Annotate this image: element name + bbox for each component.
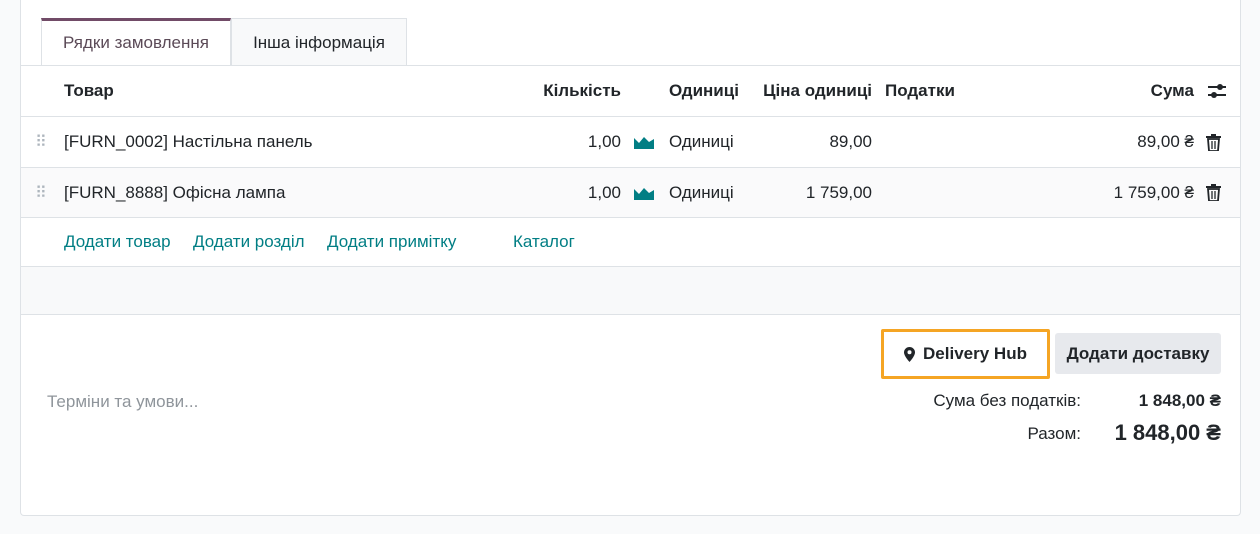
line-unit-price[interactable]: 89,00 <box>741 117 872 167</box>
table-header: Товар Кількість Одиниці Ціна одиниці Под… <box>21 66 1240 117</box>
total-value: 1 848,00 ₴ <box>1114 420 1221 445</box>
line-product[interactable]: [FURN_8888] Офісна лампа <box>64 168 285 217</box>
add-delivery-button[interactable]: Додати доставку <box>1055 333 1221 374</box>
line-subtotal: 89,00 ₴ <box>1137 132 1194 151</box>
column-header-quantity[interactable]: Кількість <box>501 66 621 116</box>
sliders-icon <box>1208 84 1226 98</box>
add-section-link[interactable]: Додати розділ <box>193 218 305 266</box>
tab-other-info[interactable]: Інша інформація <box>231 18 407 66</box>
untaxed-amount-value: 1 848,00 ₴ <box>1138 391 1221 410</box>
tab-order-lines[interactable]: Рядки замовлення <box>41 18 231 66</box>
empty-row <box>21 267 1240 315</box>
line-units[interactable]: Одиниці <box>669 168 734 217</box>
add-line-controls: Додати товар Додати розділ Додати приміт… <box>21 218 1240 267</box>
catalog-link[interactable]: Каталог <box>513 218 575 266</box>
column-header-subtotal[interactable]: Сума <box>1101 66 1194 116</box>
terms-and-conditions-field[interactable]: Терміни та умови... <box>47 392 198 412</box>
column-header-product[interactable]: Товар <box>64 66 114 116</box>
drag-handle-icon[interactable]: ⠿ <box>35 168 47 217</box>
tab-other-info-label: Інша інформація <box>253 32 385 52</box>
add-note-link[interactable]: Додати примітку <box>327 218 456 266</box>
table-row[interactable]: ⠿ [FURN_0002] Настільна панель 1,00 Один… <box>21 117 1240 168</box>
map-marker-icon <box>904 346 916 362</box>
table-row[interactable]: ⠿ [FURN_8888] Офісна лампа 1,00 Одиниці … <box>21 168 1240 218</box>
line-quantity[interactable]: 1,00 <box>501 168 621 217</box>
line-subtotal: 1 759,00 ₴ <box>1113 182 1194 202</box>
trash-icon[interactable] <box>1206 168 1221 217</box>
delivery-hub-label: Delivery Hub <box>923 344 1027 363</box>
tab-order-lines-label: Рядки замовлення <box>63 33 209 52</box>
column-header-units[interactable]: Одиниці <box>669 66 739 116</box>
order-sheet: Рядки замовлення Інша інформація Товар К… <box>20 0 1241 516</box>
delivery-hub-button[interactable]: Delivery Hub <box>881 329 1050 379</box>
untaxed-amount-label: Сума без податків: <box>933 391 1081 410</box>
column-header-unit-price[interactable]: Ціна одиниці <box>741 66 872 116</box>
add-product-link[interactable]: Додати товар <box>64 218 171 266</box>
trash-icon[interactable] <box>1206 117 1221 167</box>
column-header-taxes[interactable]: Податки <box>885 66 955 116</box>
forecast-chart-icon[interactable] <box>634 168 654 217</box>
line-product[interactable]: [FURN_0002] Настільна панель <box>64 117 313 167</box>
optional-columns-toggle[interactable] <box>1207 66 1227 116</box>
line-quantity[interactable]: 1,00 <box>501 117 621 167</box>
line-unit-price[interactable]: 1 759,00 <box>741 168 872 217</box>
forecast-chart-icon[interactable] <box>634 117 654 167</box>
line-units[interactable]: Одиниці <box>669 117 734 167</box>
drag-handle-icon[interactable]: ⠿ <box>35 117 47 167</box>
